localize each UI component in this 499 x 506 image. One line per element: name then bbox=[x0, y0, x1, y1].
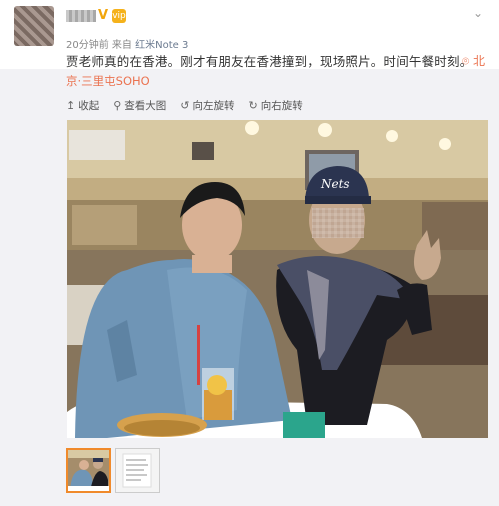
avatar[interactable] bbox=[14, 6, 54, 46]
location-tag[interactable]: 京·三里屯SOHO bbox=[66, 73, 150, 89]
rotate-right-icon: ↻ bbox=[248, 99, 258, 112]
verified-badge: V bbox=[98, 8, 109, 23]
chevron-down-icon[interactable]: ⌄ bbox=[473, 6, 483, 20]
magnifier-icon: ⚲ bbox=[113, 99, 122, 112]
thumbnail-strip bbox=[66, 448, 160, 493]
thumbnail-photo-2[interactable] bbox=[115, 448, 160, 493]
post-meta: 20分钟前 来自 红米Note 3 bbox=[66, 36, 188, 51]
collapse-button[interactable]: ↥ 收起 bbox=[66, 98, 99, 113]
post-text: 贾老师真的在香港。刚才有朋友在香港撞到，现场照片。时间午餐时刻。 bbox=[66, 54, 473, 69]
media-toolbar: ↥ 收起 ⚲ 查看大图 ↺ 向左旋转 ↻ 向右旋转 bbox=[66, 98, 303, 113]
vip-icon: vip bbox=[112, 9, 126, 23]
rotate-left-button[interactable]: ↺ 向左旋转 bbox=[180, 98, 234, 113]
cap-logo: Nets bbox=[320, 177, 350, 191]
thumbnail-photo-1-image bbox=[68, 450, 109, 491]
photo-illustration: Nets bbox=[67, 120, 488, 438]
username-redacted[interactable] bbox=[66, 10, 96, 22]
location-pin-icon: ⌾ bbox=[461, 54, 470, 68]
post-time: 20分钟前 bbox=[66, 40, 109, 51]
rotate-right-button[interactable]: ↻ 向右旋转 bbox=[249, 98, 303, 113]
rotate-left-icon: ↺ bbox=[180, 99, 190, 112]
thumbnail-photo-2-image bbox=[116, 449, 159, 492]
thumbnail-photo-1[interactable] bbox=[66, 448, 111, 493]
post-photo[interactable]: Nets bbox=[67, 120, 488, 438]
location-short[interactable]: ⌾ 北 bbox=[462, 52, 485, 69]
collapse-icon: ↥ bbox=[66, 99, 76, 112]
source-prefix: 来自 bbox=[111, 40, 132, 51]
view-large-button[interactable]: ⚲ 查看大图 bbox=[113, 98, 166, 113]
device-link[interactable]: 红米Note 3 bbox=[135, 40, 188, 51]
